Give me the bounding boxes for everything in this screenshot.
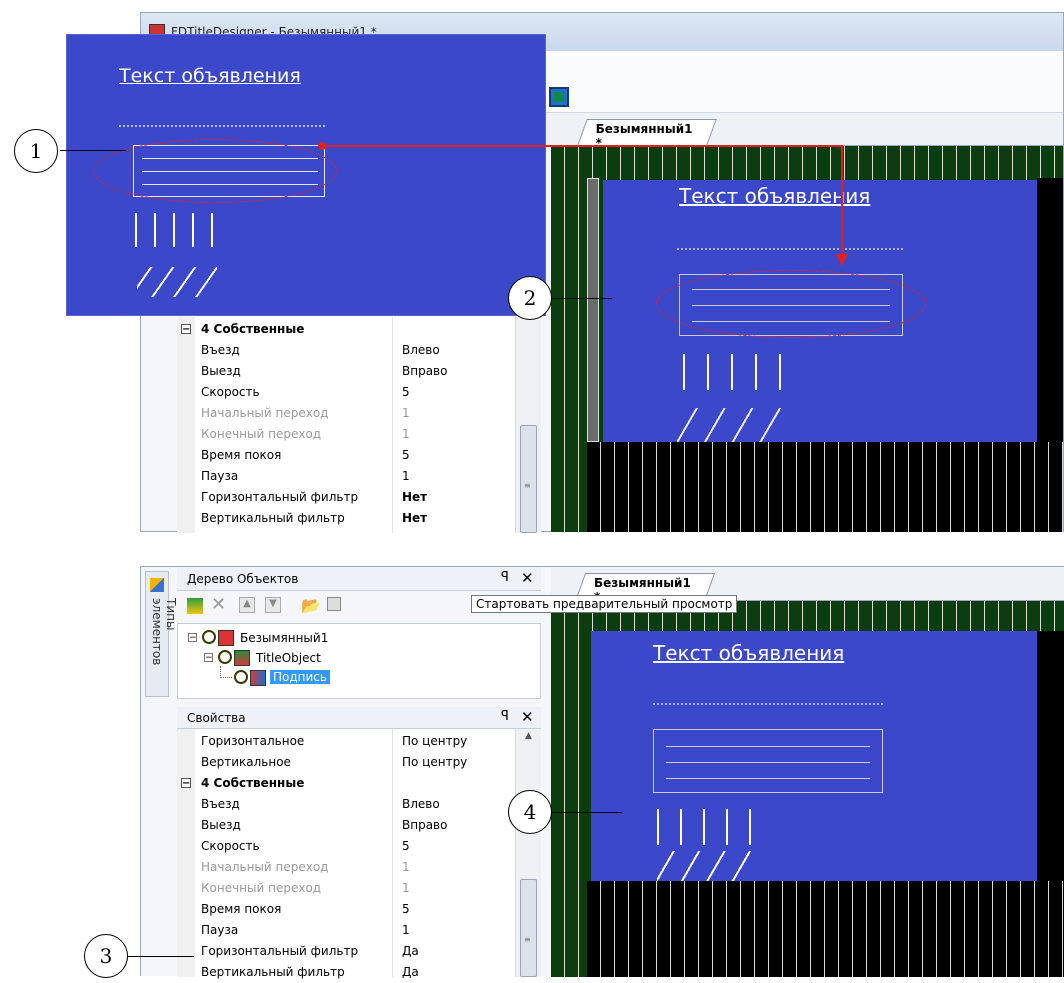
property-value[interactable]: Да [402, 962, 419, 983]
bottom-property-row[interactable]: Пауза 1 [177, 920, 541, 941]
preview-tooltip: Стартовать предварительный просмотр [471, 595, 738, 613]
tree-panel-title: Дерево Объектов [187, 572, 299, 586]
delete-icon[interactable]: ✕ [211, 594, 226, 615]
property-value[interactable]: 1 [402, 920, 410, 941]
bottom-vertical-lines [657, 809, 767, 845]
bottom-property-grid: Горизонтальное По центру Вертикальное По це… [177, 729, 541, 979]
callout-3-label: 3 [99, 944, 113, 968]
property-value[interactable]: 5 [402, 899, 410, 920]
caption-icon [250, 670, 266, 686]
pin-icon[interactable]: ꟼ [501, 570, 509, 585]
tree-panel-header: Дерево Объектов ꟼ ✕ [177, 567, 541, 591]
bottom-property-row[interactable]: Конечный переход 1 [177, 878, 541, 899]
bottom-diagonal-lines [657, 851, 757, 881]
callout-2-label: 2 [523, 286, 537, 310]
property-value[interactable]: Да [402, 941, 419, 962]
properties-panel-title: Свойства [187, 711, 246, 725]
visibility-eye-icon[interactable] [234, 670, 248, 684]
close-icon[interactable]: ✕ [521, 708, 534, 726]
property-name: Горизонтальный фильтр [201, 944, 359, 958]
scroll-up-icon[interactable]: ▲ [525, 731, 532, 741]
visibility-eye-icon[interactable] [218, 650, 232, 664]
property-name: Выезд [201, 818, 241, 832]
callout-1-label: 1 [29, 139, 43, 163]
bottom-property-row[interactable]: Выезд Вправо [177, 815, 541, 836]
callout-3-leader [128, 956, 194, 957]
property-name: Время покоя [201, 902, 282, 916]
bottom-property-row[interactable]: Время покоя 5 [177, 899, 541, 920]
side-tab-label: Типы элементов [150, 598, 178, 666]
bottom-property-row[interactable]: Начальный переход 1 [177, 857, 541, 878]
property-name: Горизонтальное [201, 734, 305, 748]
bottom-scroll-thumb[interactable] [520, 879, 537, 977]
callout-1-leader [60, 150, 126, 151]
bottom-property-row[interactable]: Въезд Влево [177, 794, 541, 815]
property-name: Пауза [201, 923, 239, 937]
property-name: Въезд [201, 797, 240, 811]
pin-icon[interactable]: ꟼ [501, 709, 509, 724]
bottom-property-row[interactable]: Скорость 5 [177, 836, 541, 857]
callout-1: 1 [14, 129, 58, 173]
bottom-preview-title: Текст объявления [653, 641, 845, 665]
property-value[interactable]: По центру [402, 752, 467, 773]
tree-node-titleobject-label: TitleObject [256, 651, 321, 665]
property-name: Вертикальное [201, 755, 291, 769]
callout-2-leader [552, 298, 612, 299]
property-name: Скорость [201, 839, 260, 853]
tooltip-text: Стартовать предварительный просмотр [476, 597, 733, 611]
move-down-icon[interactable]: ▼ [265, 597, 281, 613]
tree-node-root-label: Безымянный1 [240, 631, 329, 645]
bottom-dotted-line [653, 703, 883, 705]
bottom-property-row[interactable]: Горизонтальный фильтр Да [177, 941, 541, 962]
bottom-scroll-grip-icon: ≡ [524, 935, 531, 944]
bottom-caption-box[interactable] [653, 729, 883, 793]
bottom-section-label: 4 Собственные [201, 776, 305, 790]
tree-node-caption-label: Подпись [270, 670, 330, 684]
callout-4: 4 [508, 790, 552, 834]
bottom-property-row[interactable]: Вертикальное По центру [177, 752, 541, 773]
bottom-app-window: Типы элементов Дерево Объектов ꟼ ✕ ✕ ▲ ▼… [140, 566, 1064, 979]
title-object-icon [234, 650, 250, 666]
property-value[interactable]: 1 [402, 878, 410, 899]
bottom-canvas-black-grid [587, 881, 1064, 977]
open-folder-icon[interactable]: 📂 [301, 596, 321, 615]
properties-panel-header: Свойства ꟼ ✕ [177, 707, 541, 729]
property-value[interactable]: 5 [402, 836, 410, 857]
callout-2: 2 [508, 276, 552, 320]
bottom-property-row[interactable]: Вертикальный фильтр Да [177, 962, 541, 983]
bottom-canvas-area: Текст объявления [551, 601, 1064, 977]
add-object-icon[interactable] [187, 598, 203, 614]
bottom-title-object[interactable]: Текст объявления [591, 631, 1037, 881]
callout-4-leader [552, 812, 622, 813]
expand-icon[interactable]: − [204, 653, 213, 663]
document-icon [218, 630, 234, 646]
property-value[interactable]: Вправо [402, 815, 447, 836]
canvas-highlight-ring [656, 270, 926, 338]
property-value[interactable]: 1 [402, 857, 410, 878]
property-name: Конечный переход [201, 881, 322, 895]
save-icon[interactable] [327, 597, 341, 611]
bottom-section-header[interactable]: − 4 Собственные [177, 773, 541, 794]
element-types-icon [150, 578, 164, 592]
callout-3: 3 [84, 934, 128, 978]
property-value[interactable]: По центру [402, 731, 467, 752]
collapse-icon[interactable]: − [181, 778, 191, 789]
property-name: Вертикальный фильтр [201, 965, 345, 979]
bottom-canvas-right-edge [1037, 631, 1064, 881]
expand-icon[interactable]: − [188, 633, 197, 643]
visibility-eye-icon[interactable] [202, 630, 216, 644]
tree-connector [220, 666, 232, 678]
move-up-icon[interactable]: ▲ [239, 597, 255, 613]
callout-4-label: 4 [523, 800, 537, 824]
object-tree: − Безымянный1 − TitleObject Подпись [177, 623, 541, 699]
bottom-property-row[interactable]: Горизонтальное По центру [177, 731, 541, 752]
bottom-scrollbar[interactable]: ▲ ≡ [515, 729, 541, 977]
property-name: Начальный переход [201, 860, 329, 874]
side-tab-element-types[interactable]: Типы элементов [145, 571, 178, 697]
property-value[interactable]: Влево [402, 794, 440, 815]
close-icon[interactable]: ✕ [521, 569, 534, 587]
